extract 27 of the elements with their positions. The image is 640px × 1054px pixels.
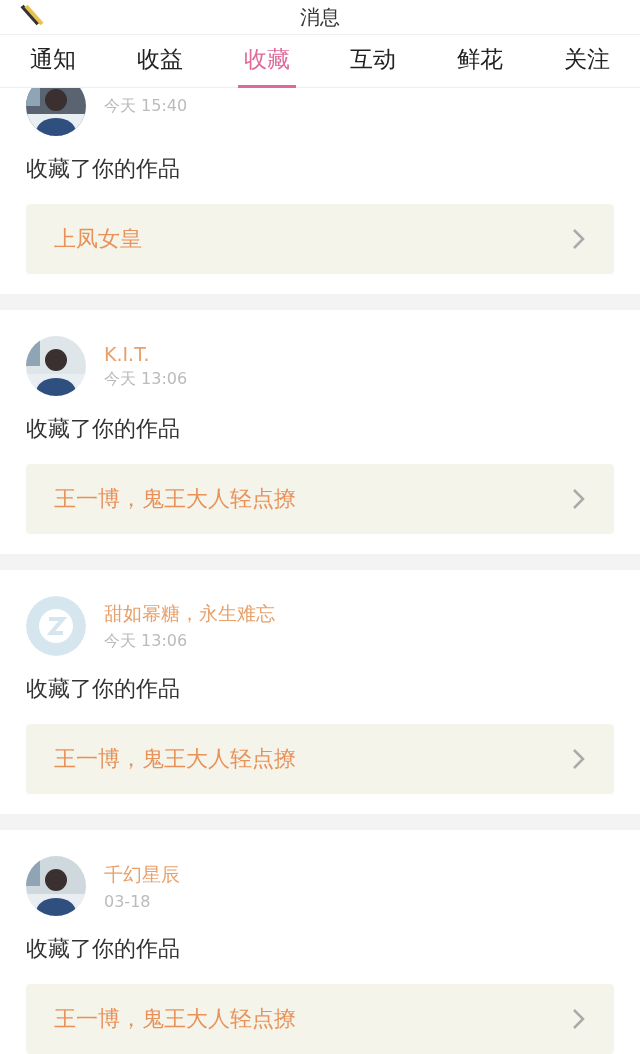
tab[interactable]: 互动 bbox=[344, 39, 403, 89]
message-text: 收藏了你的作品 bbox=[26, 936, 181, 962]
chevron-right-icon bbox=[572, 748, 586, 770]
message-text: 收藏了你的作品 bbox=[26, 156, 181, 182]
page-title: 消息 bbox=[300, 3, 340, 31]
user-name[interactable]: 甜如幂糖，永生难忘 bbox=[104, 600, 275, 627]
work-link[interactable]: 王一博，鬼王大人轻点撩 bbox=[26, 724, 614, 794]
message-time: 今天 13:06 bbox=[104, 630, 189, 652]
tab[interactable]: 鲜花 bbox=[450, 39, 509, 89]
work-link[interactable]: 上凤女皇 bbox=[26, 204, 614, 274]
default-avatar-icon bbox=[26, 596, 86, 656]
chevron-right-icon bbox=[572, 1008, 586, 1030]
message-text: 收藏了你的作品 bbox=[26, 416, 181, 442]
message-time: 今天 13:06 bbox=[104, 368, 188, 390]
user-name[interactable]: K.I.T. bbox=[104, 342, 188, 365]
message-text: 收藏了你的作品 bbox=[26, 676, 181, 702]
chevron-right-icon bbox=[572, 228, 586, 250]
work-link[interactable]: 王一博，鬼王大人轻点撩 bbox=[26, 984, 614, 1054]
tab[interactable]: 收益 bbox=[131, 39, 189, 89]
message-time: 03-18 bbox=[104, 891, 152, 911]
message-time: 今天 15:40 bbox=[104, 95, 188, 117]
user-name[interactable]: 千幻星辰 bbox=[104, 861, 180, 888]
pencil-icon[interactable] bbox=[20, 4, 46, 28]
tab[interactable]: 通知 bbox=[24, 39, 83, 89]
tab[interactable]: 关注 bbox=[557, 39, 616, 89]
chevron-right-icon bbox=[572, 488, 586, 510]
work-link[interactable]: 王一博，鬼王大人轻点撩 bbox=[26, 464, 614, 534]
